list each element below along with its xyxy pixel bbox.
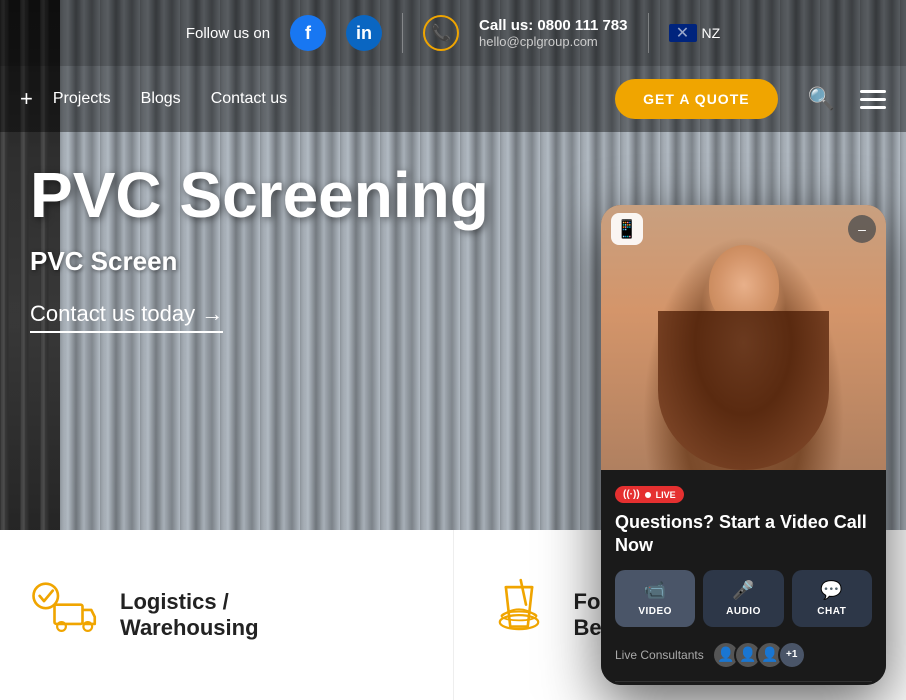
- consultants-label: Live Consultants: [615, 648, 704, 662]
- consultant-avatars: 👤 👤 👤 +1: [712, 641, 806, 669]
- phone-number: Call us: 0800 111 783: [479, 17, 627, 34]
- divider: [402, 13, 403, 53]
- live-label: LIVE: [656, 490, 676, 500]
- video-call-widget: 📱 – ((·)) LIVE Questions? Start a Video …: [601, 205, 886, 685]
- country-code: NZ: [702, 25, 721, 41]
- hamburger-line-1: [860, 90, 886, 93]
- contact-info: Call us: 0800 111 783 hello@cplgroup.com: [479, 17, 627, 49]
- nz-flag-icon: [669, 24, 697, 42]
- hamburger-line-2: [860, 98, 886, 101]
- nav-links: Projects Blogs Contact us: [53, 90, 605, 108]
- live-badge: ((·)) LIVE: [615, 486, 684, 503]
- widget-bottom: ((·)) LIVE Questions? Start a Video Call…: [601, 470, 886, 685]
- powered-by: Powered by 🔔 knock knock: [615, 681, 872, 685]
- video-area: 📱 –: [601, 205, 886, 470]
- video-btn-icon: 📹: [644, 580, 667, 601]
- widget-question: Questions? Start a Video Call Now: [615, 511, 872, 558]
- logistics-card: Logistics / Warehousing: [0, 530, 453, 700]
- follow-us-text: Follow us on: [186, 25, 270, 42]
- country-selector[interactable]: NZ: [669, 24, 721, 42]
- widget-action-buttons: 📹 VIDEO 🎤 AUDIO 💬 CHAT: [615, 570, 872, 627]
- audio-button[interactable]: 🎤 AUDIO: [703, 570, 783, 627]
- wifi-icon: ((·)): [623, 489, 640, 500]
- logistics-title2: Warehousing: [120, 615, 259, 641]
- email-address: hello@cplgroup.com: [479, 34, 627, 49]
- hero-title: PVC Screening: [30, 160, 489, 230]
- hamburger-line-3: [860, 106, 886, 109]
- live-dot: [645, 492, 651, 498]
- nav-projects[interactable]: Projects: [53, 90, 111, 108]
- avatar-extra: +1: [778, 641, 806, 669]
- truck-icon: [30, 574, 100, 656]
- divider-2: [648, 13, 649, 53]
- hero-content: PVC Screening PVC Screen Contact us toda…: [30, 160, 489, 333]
- top-bar: Follow us on f in 📞 Call us: 0800 111 78…: [0, 0, 906, 66]
- hero-cta-link[interactable]: Contact us today →: [30, 301, 223, 333]
- chat-btn-label: CHAT: [817, 606, 846, 617]
- nav-contact[interactable]: Contact us: [211, 90, 287, 108]
- hamburger-menu-icon[interactable]: [860, 90, 886, 109]
- audio-btn-label: AUDIO: [726, 606, 761, 617]
- chat-button[interactable]: 💬 CHAT: [792, 570, 872, 627]
- video-btn-label: VIDEO: [638, 606, 672, 617]
- audio-btn-icon: 🎤: [732, 580, 755, 601]
- facebook-icon[interactable]: f: [290, 15, 326, 51]
- chat-btn-icon: 💬: [820, 580, 843, 601]
- nav-bar: + Projects Blogs Contact us GET A QUOTE …: [0, 66, 906, 132]
- video-button[interactable]: 📹 VIDEO: [615, 570, 695, 627]
- hero-subtitle: PVC Screen: [30, 246, 489, 277]
- logistics-title: Logistics /: [120, 589, 259, 615]
- live-consultants: Live Consultants 👤 👤 👤 +1: [615, 641, 872, 669]
- get-quote-button[interactable]: GET A QUOTE: [615, 79, 777, 119]
- nav-plus-icon[interactable]: +: [20, 86, 33, 112]
- linkedin-icon[interactable]: in: [346, 15, 382, 51]
- phone-icon: 📞: [423, 15, 459, 51]
- widget-top-bar: 📱 –: [611, 213, 876, 245]
- phone-small-icon: 📱: [611, 213, 643, 245]
- food-icon: [484, 574, 554, 656]
- search-icon[interactable]: 🔍: [808, 86, 835, 112]
- close-widget-button[interactable]: –: [848, 215, 876, 243]
- nav-blogs[interactable]: Blogs: [141, 90, 181, 108]
